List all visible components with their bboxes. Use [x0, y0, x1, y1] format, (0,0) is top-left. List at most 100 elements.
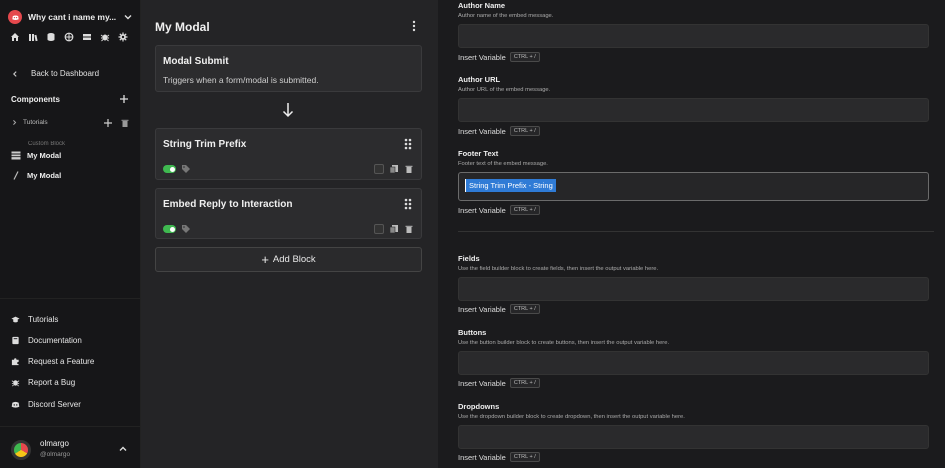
server-name: Why cant i name my...	[28, 12, 117, 22]
trigger-description: Triggers when a form/modal is submitted.	[163, 75, 319, 85]
add-to-folder-icon[interactable]	[103, 118, 113, 128]
components-heading: Components	[11, 95, 60, 104]
sidebar: Why cant i name my... Back to Dashboard …	[0, 0, 141, 468]
avatar	[11, 440, 31, 460]
field-description: Use the dropdown builder block to create…	[458, 414, 685, 420]
bug-icon	[11, 380, 20, 387]
bug-icon[interactable]	[100, 32, 110, 42]
documentation-link[interactable]: Documentation	[11, 336, 82, 345]
slash-icon	[13, 171, 19, 180]
block-card[interactable]: String Trim Prefix	[155, 128, 422, 180]
page-title: My Modal	[155, 20, 210, 34]
block-select-checkbox[interactable]	[374, 164, 384, 174]
section-divider	[458, 231, 934, 232]
trash-icon[interactable]	[404, 164, 414, 174]
tag-icon[interactable]	[181, 164, 191, 174]
gear-icon[interactable]	[118, 32, 128, 42]
library-icon[interactable]	[28, 32, 38, 42]
insert-variable-button[interactable]: Insert Variable CTRL + /	[458, 304, 540, 314]
puzzle-icon	[11, 358, 19, 366]
book-icon	[12, 336, 19, 345]
shortcut-badge: CTRL + /	[509, 378, 540, 388]
quick-nav	[10, 32, 128, 42]
block-select-checkbox[interactable]	[374, 224, 384, 234]
documentation-label: Documentation	[28, 336, 82, 345]
block-tools	[374, 164, 414, 174]
chevron-left-icon	[13, 70, 17, 77]
shortcut-badge: CTRL + /	[509, 452, 540, 462]
database-icon[interactable]	[46, 32, 56, 42]
trigger-card[interactable]: Modal Submit Triggers when a form/modal …	[155, 45, 422, 92]
buttons-input[interactable]	[458, 351, 929, 375]
back-to-dashboard-link[interactable]: Back to Dashboard	[11, 69, 99, 78]
fields-input[interactable]	[458, 277, 929, 301]
workflow-panel: My Modal Modal Submit Triggers when a fo…	[141, 0, 438, 468]
discord-server-label: Discord Server	[28, 400, 81, 409]
sidebar-item-label: My Modal	[27, 171, 62, 180]
sidebar-item-my-modal-command[interactable]: My Modal	[11, 171, 61, 180]
block-card[interactable]: Embed Reply to Interaction	[155, 188, 422, 239]
request-feature-link[interactable]: Request a Feature	[11, 357, 94, 366]
graduation-cap-icon	[11, 316, 20, 323]
chevron-down-icon	[124, 15, 132, 20]
tree-item-label: Custom Block	[28, 141, 66, 147]
dropdowns-input[interactable]	[458, 425, 929, 449]
sidebar-item-my-modal-table[interactable]: My Modal	[11, 151, 61, 160]
back-label: Back to Dashboard	[31, 69, 100, 78]
insert-variable-button[interactable]: Insert Variable CTRL + /	[458, 52, 540, 62]
insert-variable-label: Insert Variable	[458, 52, 506, 62]
author-url-input[interactable]	[458, 98, 929, 122]
copy-icon[interactable]	[389, 224, 399, 234]
request-feature-label: Request a Feature	[28, 357, 95, 366]
block-enabled-toggle[interactable]	[163, 165, 176, 173]
add-block-label: Add Block	[272, 254, 316, 265]
insert-variable-button[interactable]: Insert Variable CTRL + /	[458, 452, 540, 462]
discord-icon	[11, 401, 20, 408]
tree-item-label: Tutorials	[23, 119, 48, 126]
block-title: String Trim Prefix	[163, 139, 247, 150]
globe-icon[interactable]	[64, 32, 74, 42]
app-root: Why cant i name my... Back to Dashboard …	[0, 0, 945, 468]
copy-icon[interactable]	[389, 164, 399, 174]
tree-item-tutorials[interactable]: Tutorials	[11, 119, 48, 126]
insert-variable-button[interactable]: Insert Variable CTRL + /	[458, 378, 540, 388]
report-bug-label: Report a Bug	[28, 378, 76, 387]
insert-variable-button[interactable]: Insert Variable CTRL + /	[458, 205, 540, 215]
field-description: Footer text of the embed message.	[458, 161, 548, 167]
field-label: Author URL	[458, 75, 501, 84]
footer-text-input[interactable]: String Trim Prefix - String	[458, 172, 929, 201]
trash-icon[interactable]	[120, 118, 130, 128]
field-description: Author name of the embed message.	[458, 13, 554, 19]
shortcut-badge: CTRL + /	[509, 205, 540, 215]
footer-text-value: String Trim Prefix - String	[465, 179, 556, 192]
insert-variable-button[interactable]: Insert Variable CTRL + /	[458, 126, 540, 136]
home-icon[interactable]	[10, 32, 20, 42]
tutorials-label: Tutorials	[28, 315, 59, 324]
report-bug-link[interactable]: Report a Bug	[11, 378, 75, 387]
arrow-down-icon	[282, 103, 294, 118]
field-description: Use the field builder block to create fi…	[458, 266, 659, 272]
field-label: Buttons	[458, 328, 487, 337]
tag-icon[interactable]	[181, 224, 191, 234]
drag-handle-icon[interactable]	[403, 198, 413, 210]
chevron-up-icon[interactable]	[118, 444, 128, 454]
more-options-icon[interactable]	[410, 20, 418, 32]
add-component-icon[interactable]	[119, 94, 129, 104]
user-menu[interactable]: olmargo @olmargo	[0, 426, 141, 468]
tree-item-custom-block[interactable]: Custom Block	[28, 141, 138, 147]
server-icon[interactable]	[82, 32, 92, 42]
tutorials-link[interactable]: Tutorials	[11, 315, 58, 324]
add-block-button[interactable]: + Add Block	[155, 247, 422, 272]
discord-logo-icon	[8, 10, 22, 24]
shortcut-badge: CTRL + /	[509, 52, 540, 62]
field-description: Author URL of the embed message.	[458, 87, 551, 93]
field-label: Dropdowns	[458, 402, 500, 411]
server-selector[interactable]: Why cant i name my...	[8, 8, 133, 26]
discord-server-link[interactable]: Discord Server	[11, 400, 81, 409]
insert-variable-label: Insert Variable	[458, 205, 506, 215]
author-name-input[interactable]	[458, 24, 929, 48]
block-enabled-toggle[interactable]	[163, 225, 176, 233]
drag-handle-icon[interactable]	[403, 138, 413, 150]
field-description: Use the button builder block to create b…	[458, 340, 670, 346]
trash-icon[interactable]	[404, 224, 414, 234]
